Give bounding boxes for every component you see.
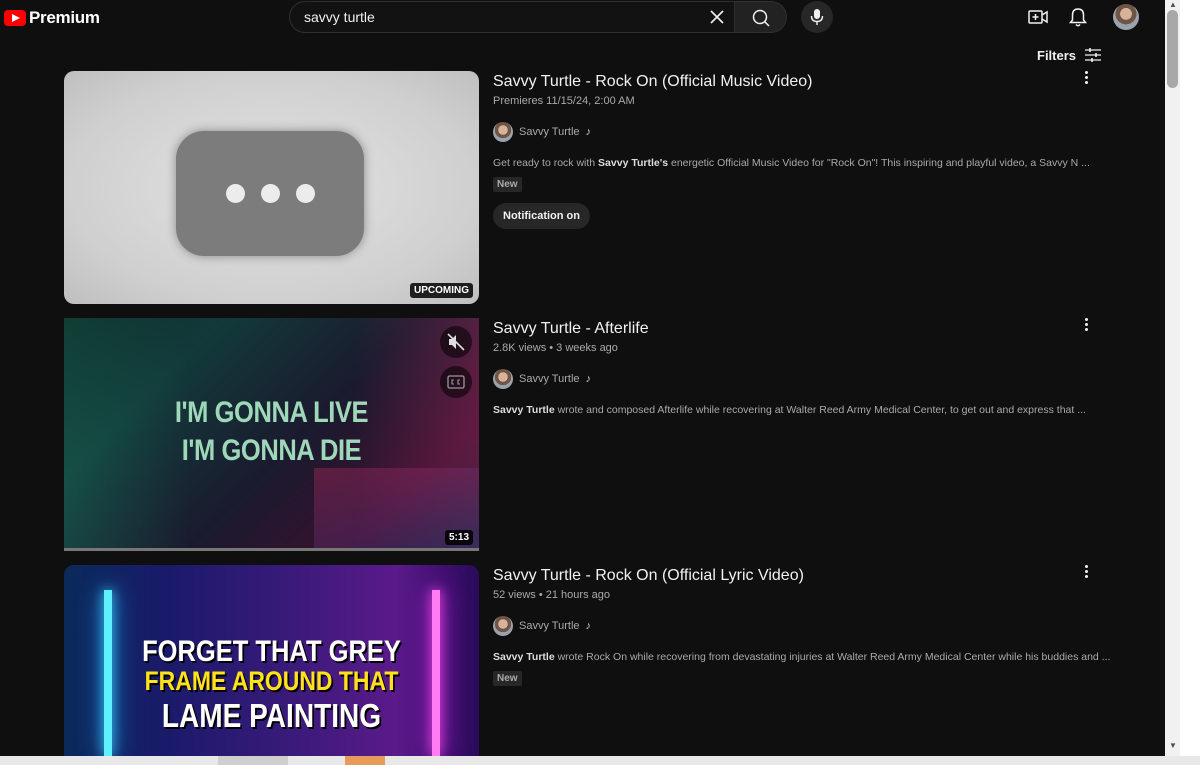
thumbnail-lyric-line: I'M GONNA LIVE xyxy=(174,396,369,429)
youtube-premium-logo[interactable]: Premium xyxy=(4,8,100,28)
playback-progress-bar[interactable] xyxy=(64,548,479,551)
mute-button[interactable] xyxy=(440,326,472,358)
video-title[interactable]: Savvy Turtle - Rock On (Official Music V… xyxy=(493,72,1083,92)
thumbnail-lyric-line: FRAME AROUND THAT xyxy=(144,666,399,696)
video-title[interactable]: Savvy Turtle - Afterlife xyxy=(493,319,1083,339)
search-icon xyxy=(752,9,770,27)
video-meta: Premieres 11/15/24, 2:00 AM xyxy=(493,95,635,107)
microphone-icon xyxy=(810,9,824,25)
channel-avatar[interactable] xyxy=(493,122,513,142)
scroll-up-arrow-icon[interactable]: ▲ xyxy=(1169,1,1177,9)
thumbnail-lyric-line: I'M GONNA DIE xyxy=(181,434,362,467)
clear-search-icon[interactable] xyxy=(708,8,726,26)
notifications-bell-icon[interactable] xyxy=(1068,6,1088,28)
page-scrollbar[interactable]: ▲ ▼ xyxy=(1165,0,1180,756)
youtube-logo-icon xyxy=(4,10,26,26)
muted-speaker-icon xyxy=(447,333,465,351)
new-badge: New xyxy=(493,671,522,686)
video-info: Savvy Turtle - Rock On (Official Lyric V… xyxy=(493,565,1111,686)
channel-link[interactable]: Savvy Turtle ♪ xyxy=(493,369,1083,389)
music-note-icon: ♪ xyxy=(585,126,592,138)
os-taskbar-strip xyxy=(0,756,1200,765)
closed-captions-icon xyxy=(447,375,465,389)
video-meta: 52 views • 21 hours ago xyxy=(493,589,610,601)
video-description: Savvy Turtle wrote and composed Afterlif… xyxy=(493,404,1086,416)
video-description: Get ready to rock with Savvy Turtle's en… xyxy=(493,157,1090,169)
scroll-down-arrow-icon[interactable]: ▼ xyxy=(1169,742,1177,750)
account-avatar[interactable] xyxy=(1113,4,1139,30)
video-thumbnail-upcoming[interactable]: UPCOMING xyxy=(64,71,479,304)
scrollbar-thumb[interactable] xyxy=(1167,10,1178,88)
notification-on-button[interactable]: Notification on xyxy=(493,203,590,229)
channel-avatar[interactable] xyxy=(493,616,513,636)
channel-name[interactable]: Savvy Turtle xyxy=(519,126,580,138)
video-info: Savvy Turtle - Rock On (Official Music V… xyxy=(493,71,1090,229)
video-thumbnail-afterlife[interactable]: I'M GONNA LIVE I'M GONNA DIE 5:13 xyxy=(64,318,479,551)
create-video-icon[interactable] xyxy=(1027,7,1049,27)
video-thumbnail-lyric[interactable]: FORGET THAT GREY FRAME AROUND THAT LAME … xyxy=(64,565,479,756)
search-box xyxy=(289,1,735,33)
search-input[interactable] xyxy=(304,2,684,32)
video-duration: 5:13 xyxy=(444,530,473,545)
music-note-icon: ♪ xyxy=(585,373,592,385)
filter-sliders-icon xyxy=(1085,48,1102,62)
taskbar-item[interactable] xyxy=(345,756,385,765)
thumbnail-lyric-line: FORGET THAT GREY xyxy=(142,635,401,668)
new-badge: New xyxy=(493,177,522,192)
video-description: Savvy Turtle wrote Rock On while recover… xyxy=(493,651,1111,663)
channel-name[interactable]: Savvy Turtle xyxy=(519,373,580,385)
more-actions-icon[interactable] xyxy=(1082,71,1090,87)
channel-name[interactable]: Savvy Turtle xyxy=(519,620,580,632)
filters-label: Filters xyxy=(1037,47,1077,63)
music-note-icon: ♪ xyxy=(585,620,592,632)
search-button[interactable] xyxy=(735,1,787,33)
captions-button[interactable] xyxy=(440,366,472,398)
window-edge xyxy=(1180,0,1200,756)
more-actions-icon[interactable] xyxy=(1082,565,1090,581)
thumbnail-lyric-line: LAME PAINTING xyxy=(161,697,382,734)
video-title[interactable]: Savvy Turtle - Rock On (Official Lyric V… xyxy=(493,566,1083,586)
taskbar-item[interactable] xyxy=(218,756,288,765)
channel-link[interactable]: Savvy Turtle ♪ xyxy=(493,616,1083,636)
more-actions-icon[interactable] xyxy=(1082,318,1090,334)
logo-text: Premium xyxy=(29,8,100,27)
filters-button[interactable]: Filters xyxy=(1037,47,1102,63)
channel-link[interactable]: Savvy Turtle ♪ xyxy=(493,122,1083,142)
video-meta: 2.8K views • 3 weeks ago xyxy=(493,342,618,354)
channel-avatar[interactable] xyxy=(493,369,513,389)
masthead: Premium xyxy=(0,0,1165,36)
video-info: Savvy Turtle - Afterlife 2.8K views • 3 … xyxy=(493,318,1086,416)
placeholder-player-icon xyxy=(176,131,364,256)
upcoming-badge: UPCOMING xyxy=(410,283,473,298)
voice-search-button[interactable] xyxy=(801,1,833,33)
